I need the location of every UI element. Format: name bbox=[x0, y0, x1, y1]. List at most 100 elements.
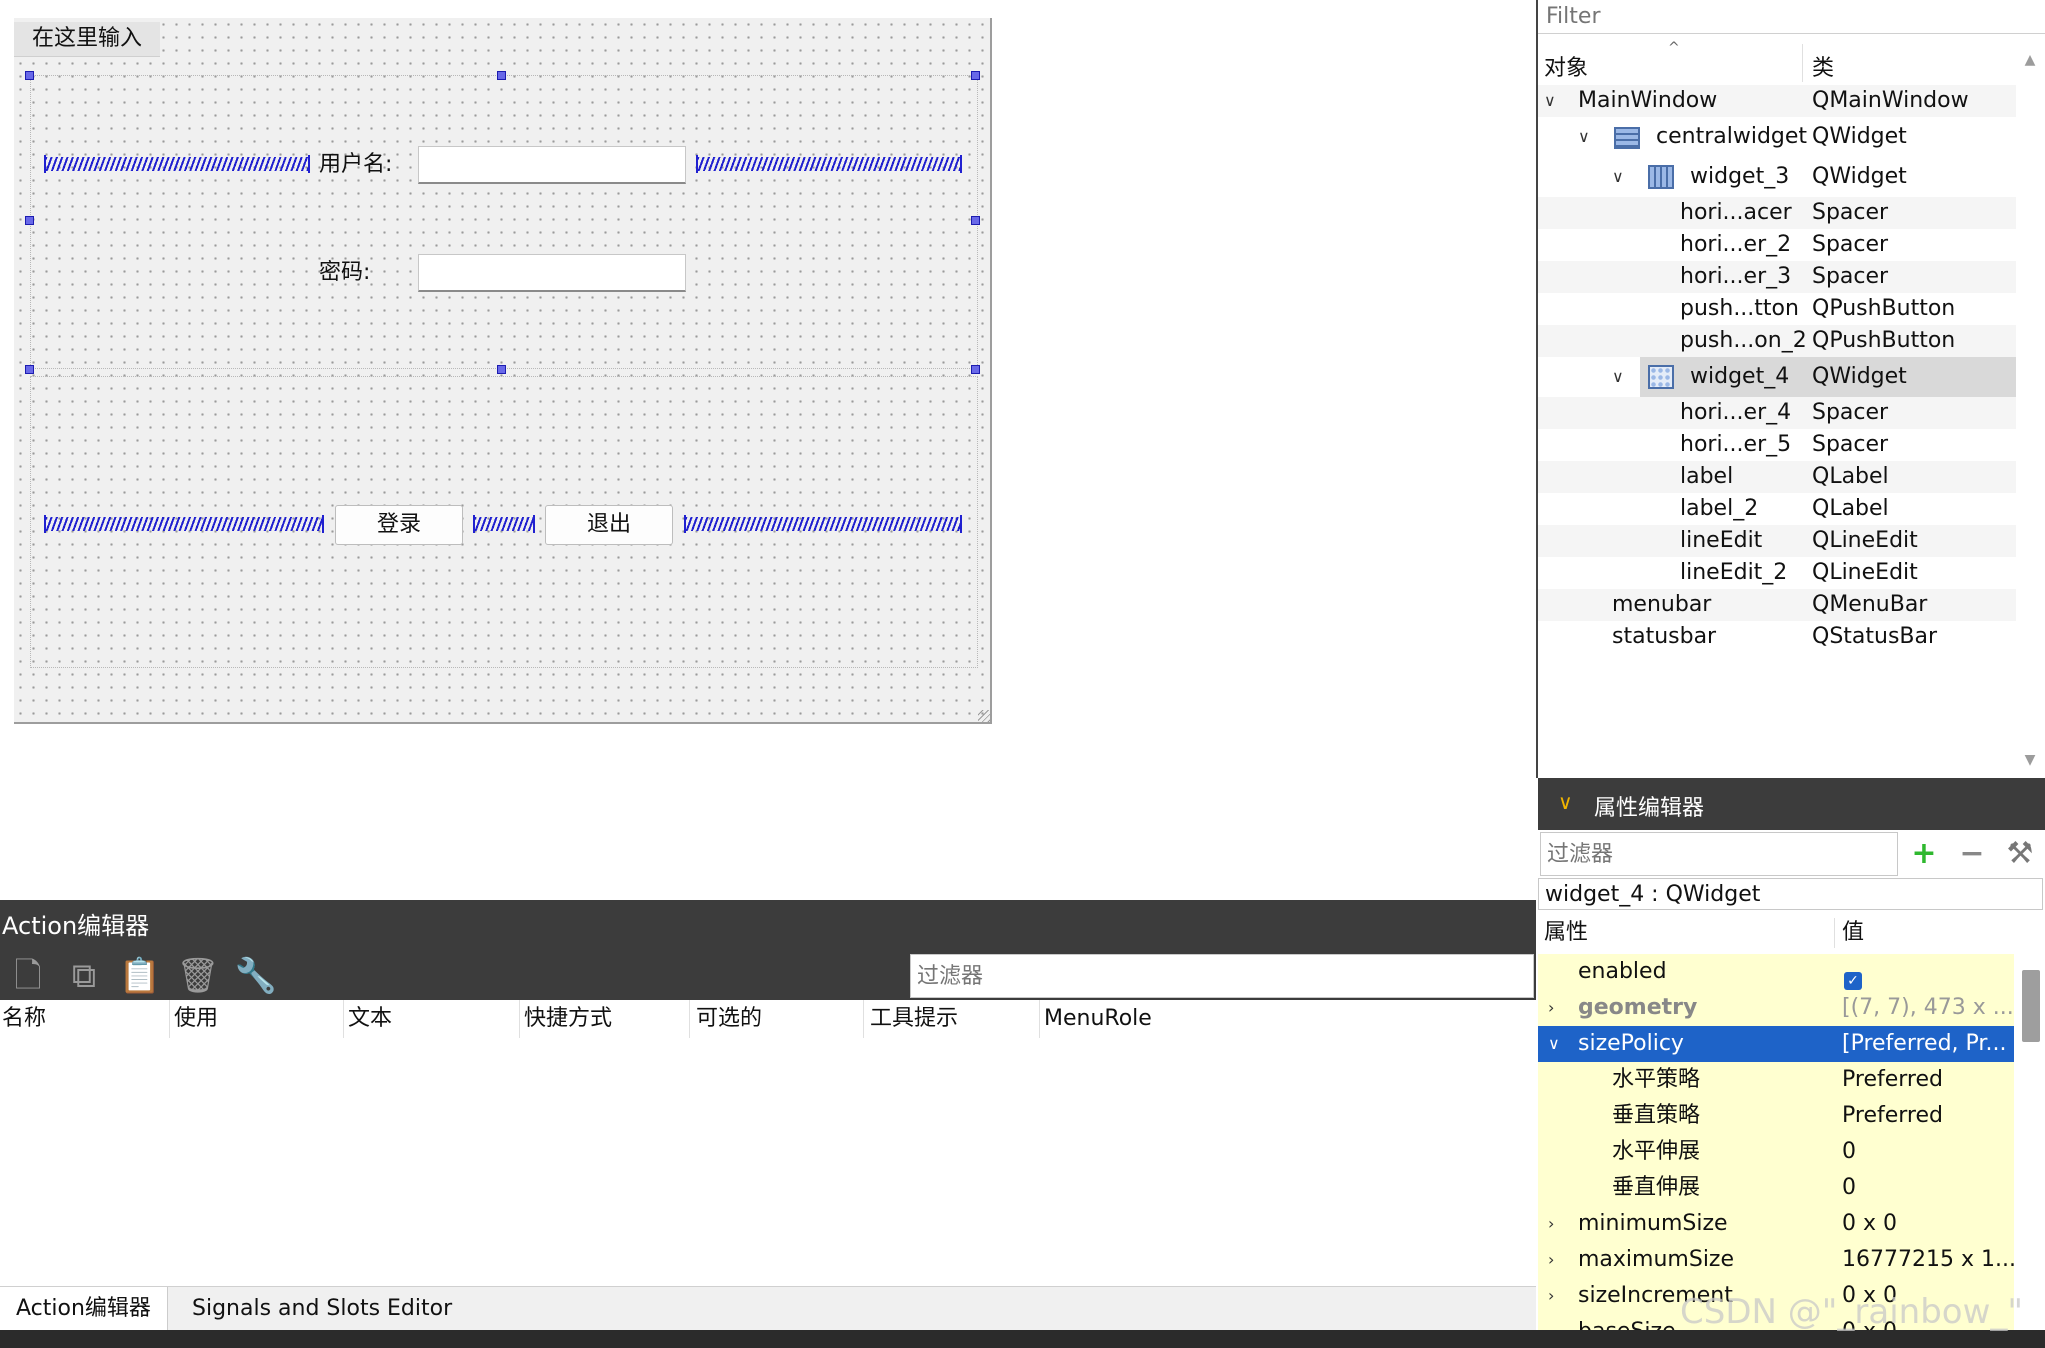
menu-placeholder[interactable]: 在这里输入 bbox=[14, 22, 161, 57]
paste-icon[interactable]: 📋 bbox=[112, 952, 168, 1000]
property-scrollbar-thumb[interactable] bbox=[2022, 970, 2040, 1042]
tree-item-name: MainWindow bbox=[1578, 88, 1718, 113]
chevron-down-icon[interactable]: ∨ bbox=[1558, 790, 1573, 814]
tree-row-spacer[interactable]: hori...er_4 Spacer bbox=[1538, 397, 2016, 429]
password-input[interactable] bbox=[418, 254, 686, 292]
column-header-tooltip[interactable]: 工具提示 bbox=[868, 1000, 1040, 1038]
property-row-vertical-policy[interactable]: 垂直策略 Preferred bbox=[1538, 1098, 2014, 1134]
selection-handle[interactable] bbox=[497, 365, 506, 374]
selection-handle[interactable] bbox=[497, 71, 506, 80]
column-header-value[interactable]: 值 bbox=[1842, 914, 1864, 952]
username-input[interactable] bbox=[418, 146, 686, 184]
property-row-horizontal-policy[interactable]: 水平策略 Preferred bbox=[1538, 1062, 2014, 1098]
selection-handle[interactable] bbox=[25, 365, 34, 374]
tab-signals-slots-editor[interactable]: Signals and Slots Editor bbox=[176, 1287, 468, 1331]
column-header-menurole[interactable]: MenuRole bbox=[1042, 1000, 1222, 1038]
tree-row-spacer[interactable]: hori...er_5 Spacer bbox=[1538, 429, 2016, 461]
tree-row-spacer[interactable]: hori...acer Spacer bbox=[1538, 197, 2016, 229]
chevron-down-icon[interactable]: ∨ bbox=[1612, 357, 1624, 397]
tree-row-spacer[interactable]: hori...er_3 Spacer bbox=[1538, 261, 2016, 293]
property-row-sizepolicy[interactable]: ∨ sizePolicy [Preferred, Pr... bbox=[1538, 1026, 2014, 1062]
chevron-down-icon[interactable]: ∨ bbox=[1544, 85, 1556, 117]
tree-row-pushbutton-2[interactable]: push...on_2 QPushButton bbox=[1538, 325, 2016, 357]
exit-button[interactable]: 退出 bbox=[545, 505, 673, 545]
add-property-icon[interactable]: + bbox=[1904, 834, 1944, 874]
property-value: [Preferred, Pr... bbox=[1842, 1031, 2007, 1056]
tree-row-lineedit[interactable]: lineEdit QLineEdit bbox=[1538, 525, 2016, 557]
property-value[interactable]: 0 bbox=[1842, 1170, 1856, 1206]
property-row-maximumsize[interactable]: › maximumSize 16777215 x 1... bbox=[1538, 1242, 2016, 1278]
property-row-enabled[interactable]: enabled ✓ bbox=[1538, 954, 2014, 990]
horizontal-spacer[interactable] bbox=[44, 155, 310, 173]
horizontal-spacer[interactable] bbox=[473, 515, 535, 533]
tree-row-centralwidget[interactable]: ∨ centralwidget QWidget bbox=[1538, 117, 2016, 157]
tree-row-widget-4[interactable]: ∨ widget_4 QWidget bbox=[1538, 357, 2016, 397]
tree-row-statusbar[interactable]: statusbar QStatusBar bbox=[1538, 621, 2016, 653]
column-header-shortcut[interactable]: 快捷方式 bbox=[522, 1000, 690, 1038]
column-header-used[interactable]: 使用 bbox=[172, 1000, 344, 1038]
tree-row-label[interactable]: label QLabel bbox=[1538, 461, 2016, 493]
tree-item-class: Spacer bbox=[1812, 432, 1889, 457]
property-table: enabled ✓ › geometry [(7, 7), 473 x ... … bbox=[1538, 954, 2016, 1334]
tree-row-menubar[interactable]: menubar QMenuBar bbox=[1538, 589, 2016, 621]
resize-grip-icon[interactable] bbox=[978, 710, 990, 722]
property-name: maximumSize bbox=[1578, 1247, 1735, 1272]
property-value[interactable]: 0 bbox=[1842, 1134, 1856, 1170]
selection-handle[interactable] bbox=[971, 365, 980, 374]
horizontal-spacer[interactable] bbox=[684, 515, 962, 533]
horizontal-spacer[interactable] bbox=[696, 155, 962, 173]
delete-icon[interactable]: 🗑 bbox=[170, 952, 226, 1000]
horizontal-spacer[interactable] bbox=[44, 515, 324, 533]
scroll-up-icon[interactable]: ▲ bbox=[2018, 52, 2042, 68]
tree-row-spacer[interactable]: hori...er_2 Spacer bbox=[1538, 229, 2016, 261]
column-header-object[interactable]: 对象 bbox=[1544, 50, 1588, 82]
chevron-right-icon[interactable]: › bbox=[1548, 1206, 1554, 1242]
property-value[interactable]: Preferred bbox=[1842, 1062, 1943, 1098]
chevron-down-icon[interactable]: ∨ bbox=[1578, 117, 1590, 157]
column-header-checkable[interactable]: 可选的 bbox=[694, 1000, 864, 1038]
property-value[interactable]: 16777215 x 1... bbox=[1842, 1242, 2016, 1278]
tab-action-editor[interactable]: Action编辑器 bbox=[0, 1287, 168, 1331]
tree-item-class: QPushButton bbox=[1812, 328, 1956, 353]
password-label: 密码: bbox=[319, 260, 371, 285]
selection-handle[interactable] bbox=[971, 216, 980, 225]
sort-up-icon[interactable]: ^ bbox=[1668, 40, 1680, 56]
tree-row-widget-3[interactable]: ∨ widget_3 QWidget bbox=[1538, 157, 2016, 197]
selection-handle[interactable] bbox=[25, 216, 34, 225]
property-row-geometry[interactable]: › geometry [(7, 7), 473 x ... bbox=[1538, 990, 2014, 1026]
copy-icon[interactable]: ⧉ bbox=[56, 952, 112, 1000]
tree-row-label-2[interactable]: label_2 QLabel bbox=[1538, 493, 2016, 525]
chevron-down-icon[interactable]: ∨ bbox=[1612, 157, 1624, 197]
property-filter-input[interactable] bbox=[1540, 832, 1898, 876]
chevron-right-icon[interactable]: › bbox=[1548, 1242, 1554, 1278]
property-row-horizontal-stretch[interactable]: 水平伸展 0 bbox=[1538, 1134, 2014, 1170]
property-value[interactable]: 0 x 0 bbox=[1842, 1206, 1897, 1242]
property-value[interactable]: Preferred bbox=[1842, 1098, 1943, 1134]
column-header-name[interactable]: 名称 bbox=[0, 1000, 170, 1038]
remove-property-icon[interactable]: − bbox=[1952, 834, 1992, 874]
column-header-text[interactable]: 文本 bbox=[346, 1000, 520, 1038]
property-row-minimumsize[interactable]: › minimumSize 0 x 0 bbox=[1538, 1206, 2014, 1242]
wrench-icon[interactable]: ⚒ bbox=[2000, 834, 2040, 874]
tree-row-lineedit-2[interactable]: lineEdit_2 QLineEdit bbox=[1538, 557, 2016, 589]
chevron-down-icon[interactable]: ∨ bbox=[1548, 1026, 1560, 1062]
new-action-icon[interactable]: 🗋 bbox=[0, 952, 56, 1000]
scroll-down-icon[interactable]: ▼ bbox=[2018, 752, 2042, 768]
selected-object-label: widget_4 : QWidget bbox=[1538, 878, 2043, 910]
property-name: geometry bbox=[1578, 995, 1698, 1020]
column-header-class[interactable]: 类 bbox=[1812, 50, 1834, 82]
tree-item-name: widget_3 bbox=[1690, 164, 1790, 189]
selection-handle[interactable] bbox=[971, 71, 980, 80]
tree-row-mainwindow[interactable]: ∨ MainWindow QMainWindow bbox=[1538, 85, 2016, 117]
tree-item-class: QLabel bbox=[1812, 464, 1889, 489]
chevron-right-icon[interactable]: › bbox=[1548, 1278, 1554, 1314]
tree-row-pushbutton[interactable]: push...tton QPushButton bbox=[1538, 293, 2016, 325]
column-header-property[interactable]: 属性 bbox=[1544, 914, 1588, 952]
chevron-right-icon[interactable]: › bbox=[1548, 990, 1554, 1026]
selection-handle[interactable] bbox=[25, 71, 34, 80]
login-button[interactable]: 登录 bbox=[335, 505, 463, 545]
wrench-icon[interactable]: 🔧 bbox=[228, 952, 284, 1000]
action-filter-input[interactable] bbox=[910, 954, 1534, 998]
property-row-vertical-stretch[interactable]: 垂直伸展 0 bbox=[1538, 1170, 2014, 1206]
object-filter-input[interactable] bbox=[1538, 0, 2045, 34]
